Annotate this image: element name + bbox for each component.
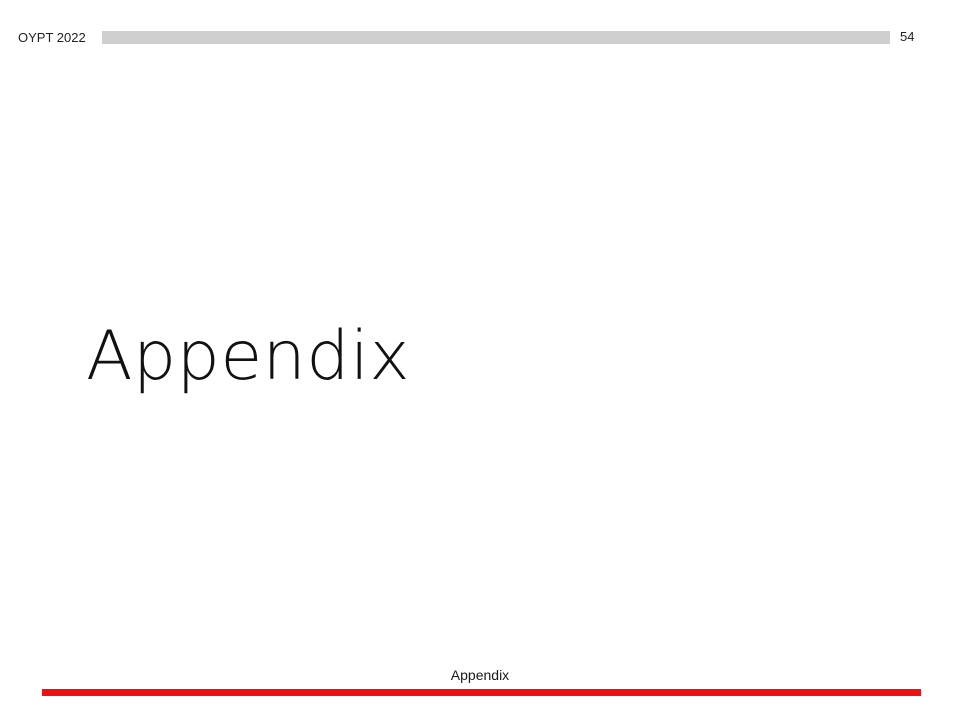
header-bar: [102, 31, 890, 44]
page-number: 54: [900, 29, 915, 44]
slide-title: Appendix: [86, 317, 411, 396]
slide: OYPT 2022 54 Appendix Appendix: [0, 0, 960, 720]
event-label: OYPT 2022: [18, 30, 86, 45]
footer-section-label: Appendix: [450, 667, 510, 683]
footer-bar: [42, 689, 921, 696]
